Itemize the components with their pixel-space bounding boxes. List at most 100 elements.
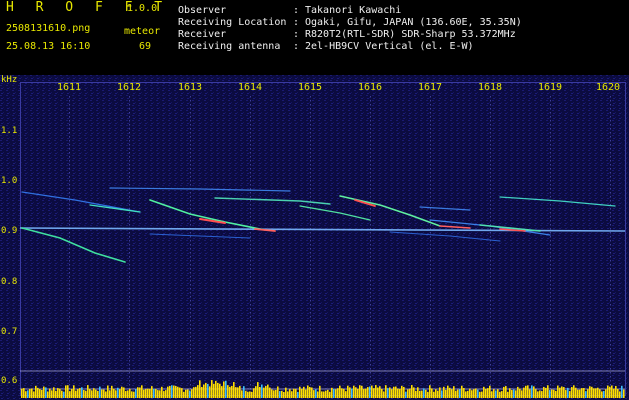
info-value-location: Ogaki, Gifu, JAPAN (136.60E, 35.35N)	[305, 17, 522, 28]
grid-dot	[490, 144, 491, 146]
grid-dot	[250, 100, 251, 102]
grid-dot	[129, 244, 130, 246]
grid-dot	[550, 120, 551, 122]
grid-dot	[370, 128, 371, 130]
grid-dot	[430, 272, 431, 274]
level-bar	[429, 385, 431, 398]
grid-dot	[370, 304, 371, 306]
grid-dot	[490, 376, 491, 378]
level-bar	[193, 387, 195, 398]
grid-dot	[310, 136, 311, 138]
grid-dot	[490, 184, 491, 186]
grid-dot	[310, 284, 311, 286]
grid-dot	[250, 220, 251, 222]
grid-dot	[610, 208, 611, 210]
grid-dot	[69, 232, 70, 234]
grid-dot	[550, 340, 551, 342]
level-bar	[361, 385, 363, 398]
grid-dot	[250, 292, 251, 294]
level-bar	[373, 388, 375, 398]
grid-dot	[490, 356, 491, 358]
grid-dot	[490, 188, 491, 190]
level-bar	[595, 388, 597, 398]
level-bar	[39, 389, 41, 398]
grid-dot	[370, 132, 371, 134]
grid-dot	[250, 316, 251, 318]
grid-dot	[250, 188, 251, 190]
grid-dot	[69, 380, 70, 382]
grid-dot	[370, 348, 371, 350]
grid-dot	[250, 324, 251, 326]
level-bar	[457, 389, 459, 398]
level-bar	[461, 385, 463, 398]
grid-dot	[490, 352, 491, 354]
level-bar	[403, 386, 405, 398]
level-bar	[141, 385, 143, 398]
level-bar	[449, 387, 451, 398]
level-bar	[323, 391, 325, 398]
level-bar	[131, 391, 133, 398]
grid-dot	[310, 316, 311, 318]
level-bar	[95, 389, 97, 398]
grid-dot	[610, 180, 611, 182]
grid-dot	[550, 300, 551, 302]
grid-dot	[69, 152, 70, 154]
grid-dot	[370, 248, 371, 250]
grid-dot	[310, 332, 311, 334]
level-bar	[59, 388, 61, 398]
grid-dot	[250, 296, 251, 298]
grid-dot	[250, 148, 251, 150]
grid-dot	[190, 268, 191, 270]
level-bar	[227, 385, 229, 398]
grid-dot	[129, 336, 130, 338]
grid-dot	[310, 304, 311, 306]
grid-dot	[370, 284, 371, 286]
level-bar	[421, 390, 423, 398]
level-bar	[219, 383, 221, 398]
level-bar	[113, 388, 115, 398]
level-bar	[507, 391, 509, 398]
level-bar	[297, 391, 299, 398]
grid-dot	[490, 220, 491, 222]
grid-dot	[490, 168, 491, 170]
grid-dot	[190, 248, 191, 250]
grid-dot	[550, 236, 551, 238]
grid-dot	[310, 296, 311, 298]
level-bar	[85, 390, 87, 398]
grid-dot	[69, 256, 70, 258]
grid-dot	[69, 112, 70, 114]
level-bar	[103, 389, 105, 398]
level-bar	[25, 391, 27, 398]
grid-dot	[250, 176, 251, 178]
grid-dot	[370, 152, 371, 154]
grid-dot	[190, 160, 191, 162]
level-bar	[467, 390, 469, 398]
grid-dot	[69, 156, 70, 158]
grid-dot	[610, 140, 611, 142]
level-bar	[337, 388, 339, 398]
grid-dot	[550, 256, 551, 258]
grid-dot	[550, 260, 551, 262]
grid-dot	[550, 308, 551, 310]
level-bar	[107, 385, 109, 398]
grid-dot	[190, 336, 191, 338]
grid-dot	[190, 312, 191, 314]
grid-dot	[610, 288, 611, 290]
grid-dot	[490, 320, 491, 322]
level-bar	[593, 388, 595, 398]
image-filename: 2508131610.png	[6, 23, 91, 34]
level-bar	[137, 387, 139, 398]
grid-dot	[69, 320, 70, 322]
level-bar	[237, 387, 239, 398]
grid-dot	[490, 252, 491, 254]
level-bar	[543, 386, 545, 398]
grid-dot	[490, 232, 491, 234]
level-bar	[155, 388, 157, 398]
grid-dot	[250, 304, 251, 306]
grid-dot	[129, 320, 130, 322]
level-bar	[57, 388, 59, 398]
level-bar	[69, 391, 71, 398]
grid-dot	[190, 220, 191, 222]
grid-dot	[190, 184, 191, 186]
level-bar	[367, 387, 369, 398]
